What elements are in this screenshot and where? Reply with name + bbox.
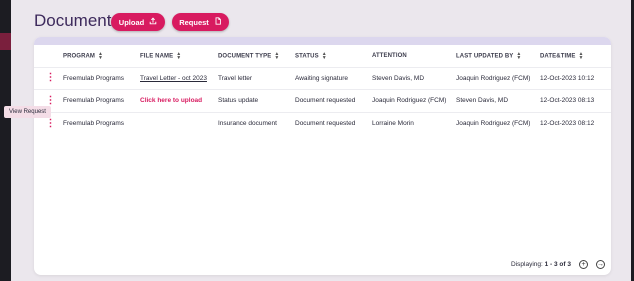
displaying-range: 1 - 3 of 3 [544,260,571,268]
table-header-row: PROGRAM ▲ ▼ FILE NAME ▲ ▼ DOCUMENT TYPE ▲ ▼ ST… [34,45,611,67]
kebab-menu-icon[interactable]: ⋮ [34,118,63,128]
document-type-cell: Status update [218,89,295,112]
program-cell: Freemulab Programs [63,111,140,135]
attention-cell: Joaquin Rodriguez (FCM) [372,89,456,112]
card-top-bar [34,37,611,45]
header-attention: ATTENTION [372,45,456,67]
upload-button-label: Upload [118,17,145,27]
document-type-cell: Insurance document [218,111,295,135]
status-cell: Document requested [295,89,372,112]
upload-button[interactable]: Upload [111,13,165,31]
header-file-name-label: FILE NAME [140,53,174,60]
status-cell: Document requested [295,111,372,135]
upload-icon [149,17,157,27]
upload-link[interactable]: Click here to upload [140,97,202,104]
arrow-right-circle-icon[interactable]: → [596,259,605,269]
header-last-updated-by-label: LAST UPDATED BY [456,53,514,60]
attention-cell: Steven Davis, MD [372,66,456,90]
program-cell: Freemulab Programs [63,66,140,90]
header-program-label: PROGRAM [63,53,96,60]
documents-table: PROGRAM ▲ ▼ FILE NAME ▲ ▼ DOCUMENT TYPE ▲ ▼ ST… [34,45,611,135]
header-date-time-label: DATE&TIME [540,53,576,60]
table-footer: Displaying: 1 - 3 of 3 + → [34,253,611,275]
header-document-type[interactable]: DOCUMENT TYPE ▲ ▼ [218,45,295,67]
pagination-status: Displaying: 1 - 3 of 3 [511,261,571,268]
header-status-label: STATUS [295,53,319,60]
date-time-cell: 12-Oct-2023 10:12 [540,66,611,90]
sort-icon[interactable]: ▲ ▼ [274,51,279,60]
date-time-cell: 12-Oct-2023 08:13 [540,89,611,112]
documents-card: PROGRAM ▲ ▼ FILE NAME ▲ ▼ DOCUMENT TYPE ▲ ▼ ST… [34,37,611,275]
header-last-updated-by[interactable]: LAST UPDATED BY ▲ ▼ [456,45,540,67]
program-cell: Freemulab Programs [63,89,140,112]
last-updated-by-cell: Joaquin Rodriguez (FCM) [456,66,540,90]
row-menu-cell: ⋮ [34,66,63,90]
kebab-menu-icon[interactable]: ⋮ [34,95,63,105]
file-link[interactable]: Travel Letter - oct 2023 [140,75,207,82]
displaying-label: Displaying: [511,260,543,268]
document-icon [214,17,222,27]
status-cell: Awaiting signature [295,66,372,90]
sort-icon[interactable]: ▲ ▼ [98,51,103,60]
add-circle-icon[interactable]: + [579,259,588,269]
header-date-time[interactable]: DATE&TIME ▲ ▼ [540,45,611,67]
header-menu-column [34,45,63,67]
sort-icon[interactable]: ▲ ▼ [516,51,521,60]
document-type-cell: Travel letter [218,66,295,90]
sort-icon[interactable]: ▲ ▼ [322,51,327,60]
file-name-cell: Travel Letter - oct 2023 [140,66,218,90]
table-row: ⋮ Freemulab Programs Click here to uploa… [34,89,611,112]
header-attention-label: ATTENTION [372,52,407,59]
file-name-cell: Click here to upload [140,89,218,112]
last-updated-by-cell: Steven Davis, MD [456,89,540,112]
date-time-cell: 12-Oct-2023 08:12 [540,111,611,135]
file-name-cell [140,111,218,135]
attention-cell: Lorraine Morin [372,111,456,135]
header-status[interactable]: STATUS ▲ ▼ [295,45,372,67]
request-button[interactable]: Request [172,13,229,31]
view-request-tooltip: View Request [4,106,51,118]
header-program[interactable]: PROGRAM ▲ ▼ [63,45,140,67]
table-row: ⋮ Freemulab Programs Travel Letter - oct… [34,66,611,90]
header-document-type-label: DOCUMENT TYPE [218,53,272,60]
left-rail [0,0,11,281]
table-row: ⋮ Freemulab Programs Insurance document … [34,111,611,135]
kebab-menu-icon[interactable]: ⋮ [34,73,63,83]
header-file-name[interactable]: FILE NAME ▲ ▼ [140,45,218,67]
page-title: Documents [34,11,120,30]
sort-icon[interactable]: ▲ ▼ [176,51,181,60]
request-button-label: Request [179,17,209,27]
left-rail-active-marker [0,33,11,50]
sort-icon[interactable]: ▲ ▼ [578,51,583,60]
last-updated-by-cell: Joaquin Rodriguez (FCM) [456,111,540,135]
